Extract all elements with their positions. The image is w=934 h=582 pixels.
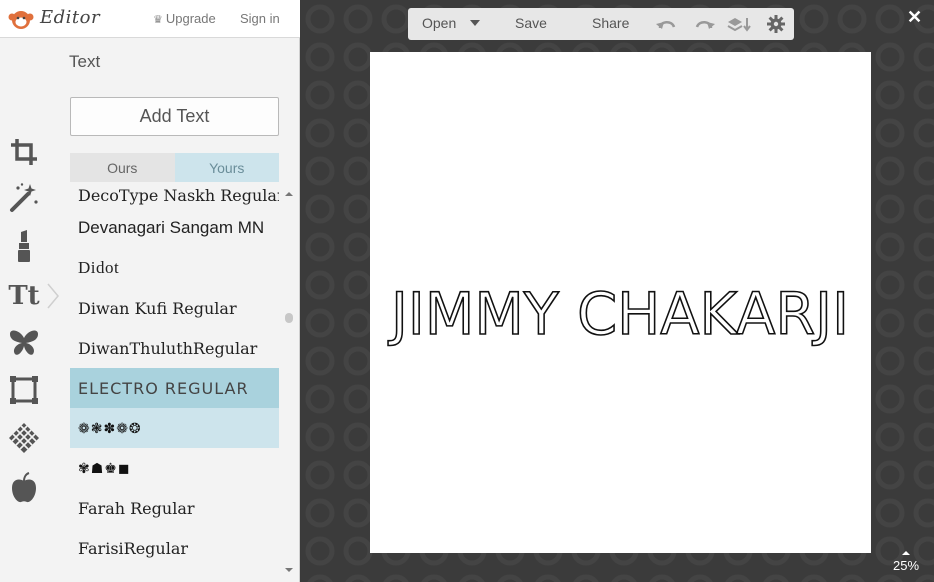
apple-icon <box>12 472 36 503</box>
scroll-up-arrow-icon[interactable] <box>284 190 294 198</box>
tab-yours[interactable]: Yours <box>174 153 279 182</box>
panel-title: Text <box>69 52 101 71</box>
monkey-logo-icon <box>8 11 34 29</box>
open-label: Open <box>422 15 457 31</box>
seasonal-tool[interactable] <box>6 470 42 506</box>
overlays-tool[interactable] <box>6 325 42 361</box>
crop-icon <box>11 139 37 165</box>
magic-wand-icon <box>10 183 38 212</box>
top-bar: Editor ♛ Upgrade Sign in <box>0 0 300 38</box>
effects-tool[interactable] <box>6 180 42 216</box>
frame-icon <box>10 376 38 404</box>
open-button[interactable]: Open <box>422 15 456 31</box>
font-item[interactable]: DiwanThuluthRegular <box>70 328 279 368</box>
crown-icon: ♛ <box>153 14 163 26</box>
save-button[interactable]: Save <box>515 15 547 31</box>
font-item[interactable]: Devanagari Sangam MN <box>70 208 279 248</box>
tab-ours[interactable]: Ours <box>70 153 175 182</box>
layers-icon[interactable] <box>726 16 752 32</box>
canvas-artwork: JIMMY CHAKARJI <box>387 279 850 349</box>
share-button[interactable]: Share <box>592 15 629 31</box>
font-item[interactable]: ❁❃✽❁❂ <box>70 408 279 448</box>
font-item[interactable]: DecoType Naskh Regular <box>70 182 279 208</box>
scroll-down-arrow-icon[interactable] <box>284 566 294 574</box>
text-icon: Tt <box>8 281 40 311</box>
zoom-indicator[interactable]: 25% <box>893 550 919 573</box>
font-item[interactable]: ✾☗♚◼ <box>70 448 279 488</box>
open-dropdown-chevron-icon[interactable] <box>470 20 480 26</box>
font-list: DecoType Naskh Regular Devanagari Sangam… <box>70 182 279 582</box>
textures-tool[interactable] <box>6 420 42 456</box>
app-title: Editor <box>40 7 101 28</box>
photo-canvas[interactable]: JIMMY CHAKARJI <box>370 52 871 553</box>
font-item[interactable]: FarisiRegular <box>70 528 279 568</box>
editor-toolbar: Open Save Share <box>408 8 794 40</box>
add-text-button[interactable]: Add Text <box>70 97 279 136</box>
texture-icon <box>9 423 39 453</box>
font-item-selected[interactable]: ELECTRO REGULAR <box>70 368 279 408</box>
font-item[interactable]: Diwan Kufi Regular <box>70 288 279 328</box>
text-tool[interactable]: Tt <box>6 278 42 314</box>
close-icon[interactable]: ✕ <box>907 7 922 28</box>
lipstick-icon <box>18 230 30 262</box>
left-panel: Editor ♛ Upgrade Sign in Tt Text Add Tex… <box>0 0 300 582</box>
upgrade-label: Upgrade <box>165 11 216 26</box>
zoom-level: 25% <box>893 558 920 573</box>
scrollbar-thumb[interactable] <box>285 313 293 323</box>
undo-icon[interactable] <box>656 16 678 32</box>
butterfly-icon <box>10 330 38 355</box>
redo-icon[interactable] <box>693 16 715 32</box>
frames-tool[interactable] <box>6 372 42 408</box>
zoom-up-caret-icon <box>902 551 911 555</box>
canvas-text[interactable]: JIMMY CHAKARJI <box>387 279 850 349</box>
sign-in-link[interactable]: Sign in <box>240 11 280 26</box>
font-item[interactable]: Farah Regular <box>70 488 279 528</box>
font-source-tabs: Ours Yours <box>70 153 279 182</box>
upgrade-link[interactable]: ♛ Upgrade <box>153 11 216 26</box>
active-tool-caret <box>47 283 59 309</box>
font-item[interactable]: Didot <box>70 248 279 288</box>
settings-gear-icon[interactable] <box>767 15 785 33</box>
touch-up-tool[interactable] <box>6 228 42 264</box>
crop-tool[interactable] <box>6 134 42 170</box>
